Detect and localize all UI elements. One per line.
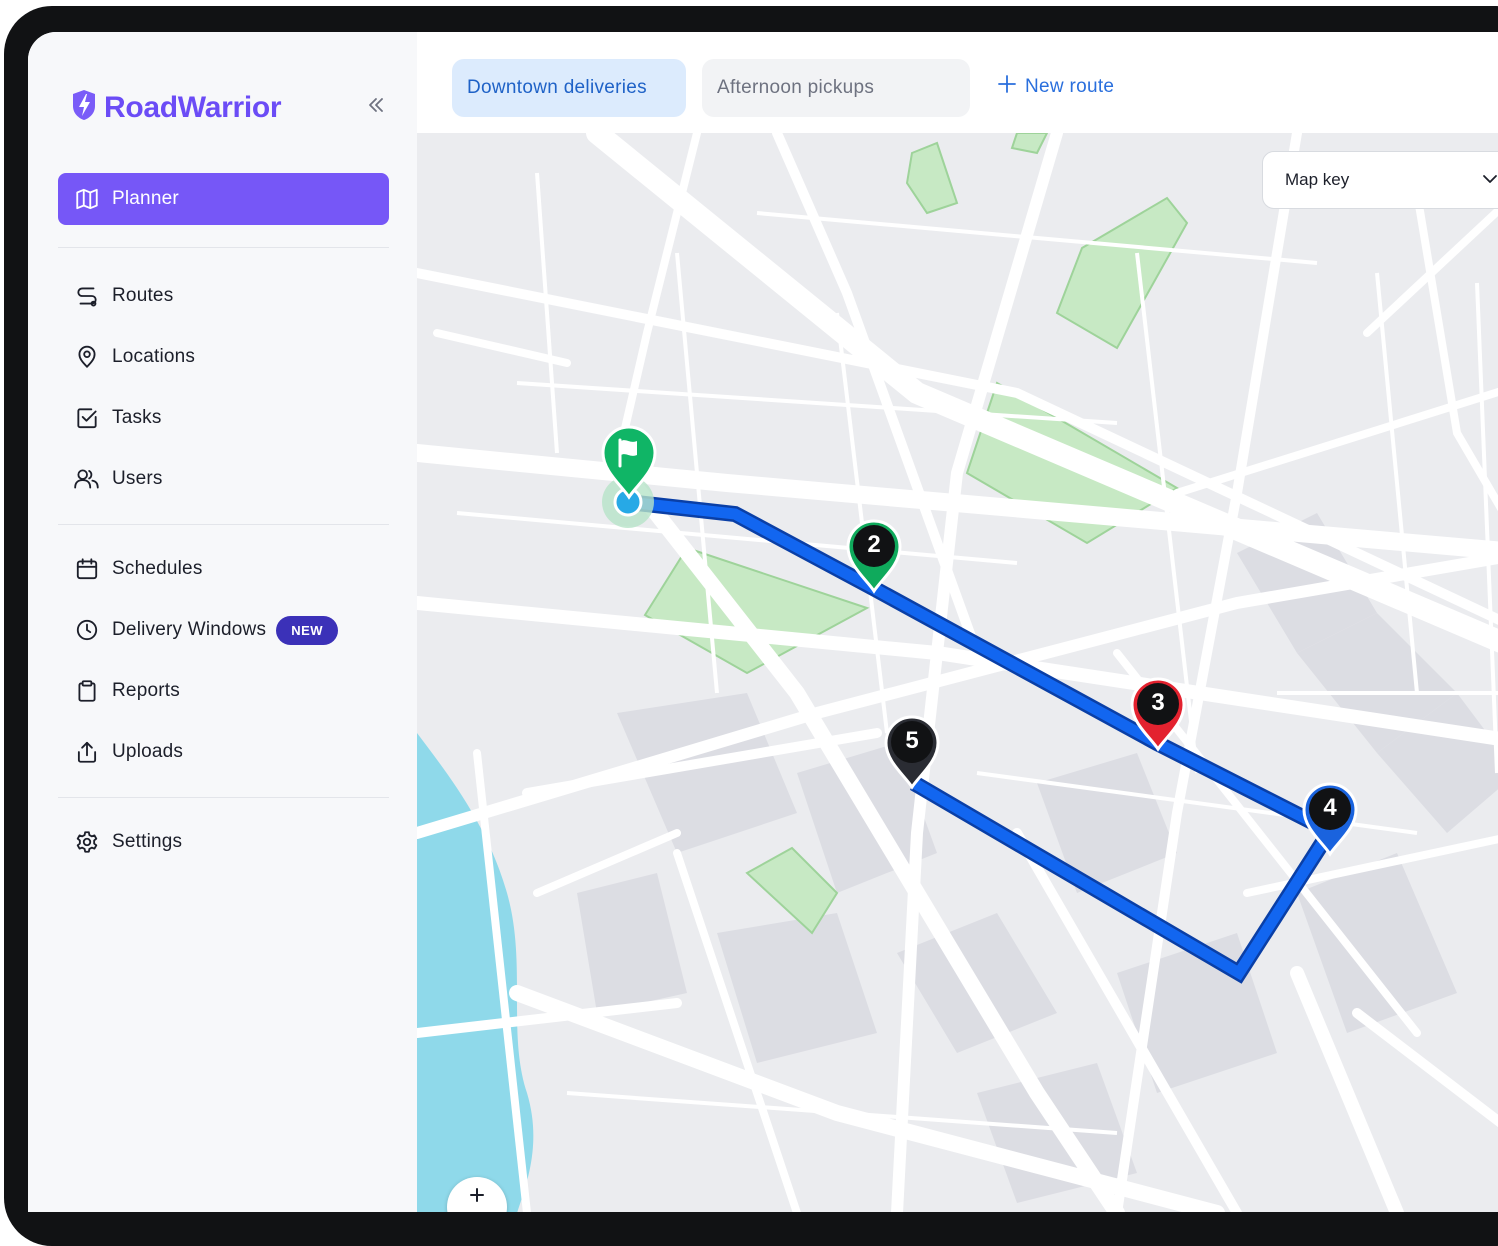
checkbox-icon xyxy=(72,403,102,433)
tab-label: Downtown deliveries xyxy=(467,77,647,98)
sidebar-item-label: Routes xyxy=(112,285,174,306)
sidebar-item-label: Delivery Windows xyxy=(112,619,267,640)
upload-icon xyxy=(72,737,102,767)
app-name: RoadWarrior xyxy=(104,90,282,124)
sidebar-divider xyxy=(58,247,389,248)
map-key-label: Map key xyxy=(1285,170,1350,189)
sidebar-item-users[interactable]: Users xyxy=(58,453,389,505)
collapse-sidebar-button[interactable] xyxy=(364,92,388,122)
sidebar-item-delivery-windows[interactable]: Delivery Windows NEW xyxy=(58,604,389,656)
map-key-dropdown[interactable]: Map key xyxy=(1262,151,1498,209)
gear-icon xyxy=(72,827,102,857)
new-badge: NEW xyxy=(276,615,339,645)
sidebar-item-locations[interactable]: Locations xyxy=(58,331,389,383)
chevrons-left-icon xyxy=(366,95,386,120)
sidebar-item-label: Tasks xyxy=(112,407,162,428)
plus-icon xyxy=(997,74,1017,100)
app-logo[interactable]: RoadWarrior xyxy=(70,88,282,127)
stop-pin-3[interactable]: 3 xyxy=(1128,677,1188,753)
tab-downtown-deliveries[interactable]: Downtown deliveries xyxy=(452,59,686,117)
sidebar-item-label: Uploads xyxy=(112,741,184,762)
sidebar-item-label: Reports xyxy=(112,680,180,701)
plus-icon xyxy=(469,1187,485,1208)
map-canvas xyxy=(417,133,1498,1212)
sidebar-item-label: Schedules xyxy=(112,558,203,579)
stop-pin-4[interactable]: 4 xyxy=(1300,782,1360,858)
route-map[interactable]: 2 3 4 5 Map key xyxy=(417,133,1498,1212)
route-tabs-bar: Downtown deliveries Afternoon pickups Ne… xyxy=(417,32,1498,133)
sidebar-item-settings[interactable]: Settings xyxy=(58,816,389,868)
new-route-button[interactable]: New route xyxy=(997,74,1114,100)
sidebar: RoadWarrior Planner Routes Locations Tas… xyxy=(28,32,417,1212)
stop-number: 3 xyxy=(1151,689,1165,716)
sidebar-item-label: Users xyxy=(112,468,163,489)
map-icon xyxy=(72,184,102,214)
sidebar-item-schedules[interactable]: Schedules xyxy=(58,543,389,595)
route-icon xyxy=(72,281,102,311)
sidebar-item-routes[interactable]: Routes xyxy=(58,270,389,322)
tab-afternoon-pickups[interactable]: Afternoon pickups xyxy=(702,59,970,117)
start-pin[interactable] xyxy=(599,425,659,501)
sidebar-item-label: Planner xyxy=(112,188,179,209)
sidebar-divider xyxy=(58,797,389,798)
sidebar-item-label: Settings xyxy=(112,831,183,852)
stop-number: 5 xyxy=(905,727,919,754)
map-pin-icon xyxy=(72,342,102,372)
calendar-icon xyxy=(72,554,102,584)
sidebar-item-planner[interactable]: Planner xyxy=(58,173,389,225)
users-icon xyxy=(72,464,102,494)
device-frame: RoadWarrior Planner Routes Locations Tas… xyxy=(4,6,1498,1246)
sidebar-item-tasks[interactable]: Tasks xyxy=(58,392,389,444)
chevron-down-icon xyxy=(1481,170,1498,193)
stop-pin-2[interactable]: 2 xyxy=(844,519,904,595)
tab-label: Afternoon pickups xyxy=(717,77,875,98)
sidebar-item-label: Locations xyxy=(112,346,196,367)
stop-number: 2 xyxy=(867,531,881,558)
stop-pin-5[interactable]: 5 xyxy=(882,715,942,791)
stop-number: 4 xyxy=(1323,794,1337,821)
app-window: RoadWarrior Planner Routes Locations Tas… xyxy=(28,32,1498,1212)
main-panel: Downtown deliveries Afternoon pickups Ne… xyxy=(417,32,1498,1212)
sidebar-item-reports[interactable]: Reports xyxy=(58,665,389,717)
clipboard-icon xyxy=(72,676,102,706)
sidebar-item-uploads[interactable]: Uploads xyxy=(58,726,389,778)
sidebar-divider xyxy=(58,524,389,525)
clock-icon xyxy=(72,615,102,645)
new-route-label: New route xyxy=(1025,76,1115,97)
bolt-logo-icon xyxy=(70,88,98,127)
